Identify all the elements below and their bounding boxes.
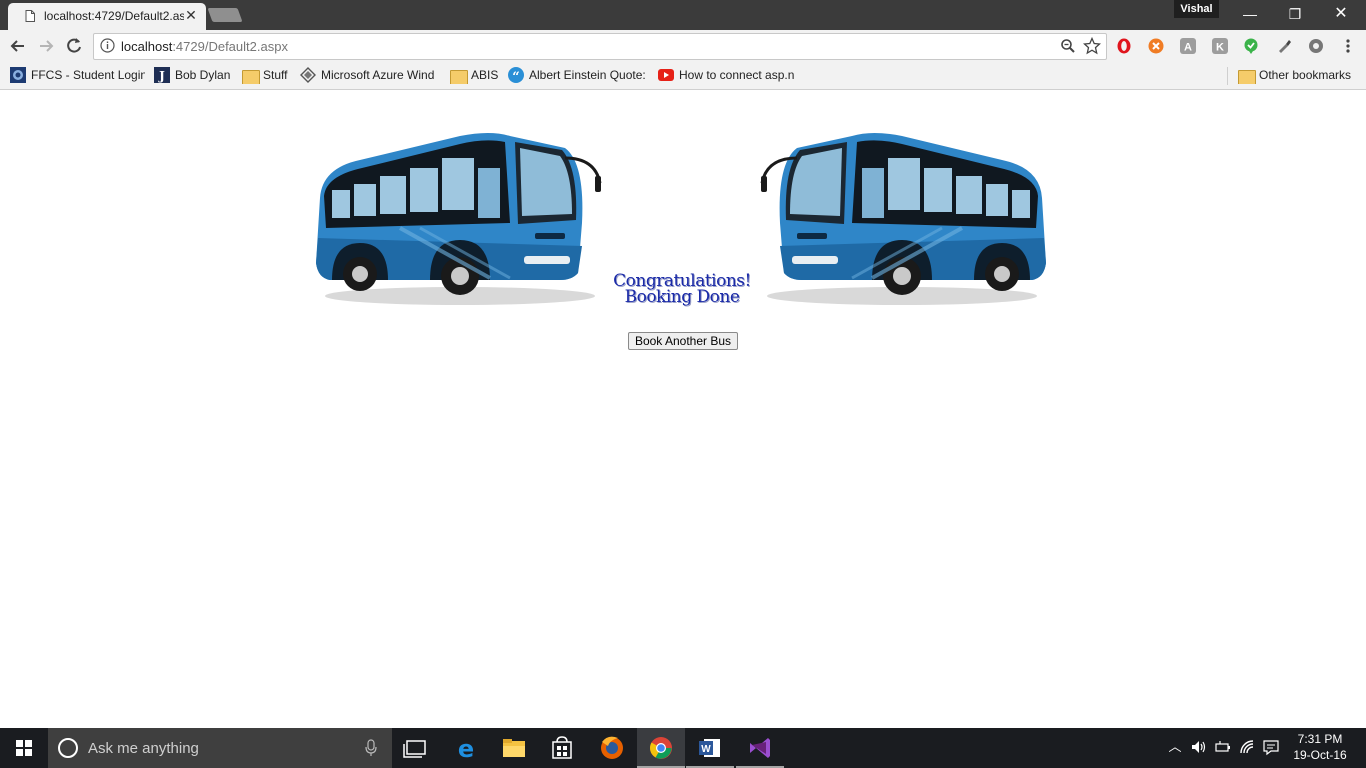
cortana-search-box[interactable]: Ask me anything	[48, 728, 392, 768]
svg-text:W: W	[701, 744, 711, 755]
browser-titlebar: localhost:4729/Default2.aspx ✕ Vishal — …	[0, 0, 1366, 30]
reload-icon[interactable]	[64, 36, 84, 56]
svg-text:“: “	[512, 70, 519, 83]
visual-studio-icon[interactable]	[736, 728, 784, 768]
clock-time: 7:31 PM	[1297, 732, 1343, 746]
svg-text:e: e	[458, 735, 474, 763]
bookmark-einstein-quotes[interactable]: “ Albert Einstein Quote:	[508, 67, 646, 84]
windows-taskbar: Ask me anything e W ︿ 7:31 PM 19-Oct-16	[0, 728, 1366, 768]
svg-text:J: J	[158, 69, 165, 83]
show-hidden-icons-chevron-up-icon[interactable]: ︿	[1166, 738, 1184, 756]
other-bookmarks[interactable]: Other bookmarks	[1238, 67, 1358, 84]
booking-confirmation-message: Congratulations! Booking Done	[604, 273, 760, 307]
taskbar-clock[interactable]: 7:31 PM 19-Oct-16	[1288, 731, 1352, 763]
k-extension-icon[interactable]: K	[1212, 38, 1228, 54]
chrome-taskbar-button[interactable]	[637, 728, 685, 768]
bookmark-label: ABIS	[471, 68, 498, 82]
evernote-extension-icon[interactable]	[1243, 38, 1259, 54]
close-window-button[interactable]: ✕	[1321, 3, 1361, 25]
quote-icon: “	[508, 67, 524, 83]
page-content: Congratulations! Booking Done Book Anoth…	[0, 90, 1366, 728]
folder-icon	[450, 70, 468, 84]
book-another-bus-button[interactable]: Book Another Bus	[628, 332, 738, 350]
bookmark-folder-stuff[interactable]: Stuff	[242, 67, 292, 84]
firefox-icon[interactable]	[588, 728, 636, 768]
opera-extension-icon[interactable]	[1116, 38, 1132, 54]
edge-icon[interactable]: e	[442, 728, 490, 768]
svg-text:A: A	[1184, 42, 1192, 54]
new-tab-button[interactable]	[207, 8, 243, 22]
bookmark-folder-abis[interactable]: ABIS	[450, 67, 498, 84]
url-text[interactable]: localhost:4729/Default2.aspx	[121, 39, 288, 54]
ffcs-logo-icon	[10, 67, 26, 83]
forward-icon[interactable]	[36, 36, 56, 56]
bookmark-label: Bob Dylan	[175, 68, 231, 82]
bookmark-bob-dylan[interactable]: J Bob Dylan	[154, 67, 234, 84]
restore-button[interactable]: ❐	[1275, 3, 1315, 25]
bookmark-youtube-asp[interactable]: How to connect asp.n	[658, 67, 796, 84]
menu-icon[interactable]	[1340, 38, 1356, 54]
bookmark-label: Stuff	[263, 68, 288, 82]
chrome-icon	[650, 737, 672, 759]
bob-dylan-j-icon: J	[154, 67, 170, 83]
bookmark-label: Microsoft Azure Wind	[321, 68, 435, 82]
info-icon[interactable]	[100, 38, 115, 53]
bus-image-right	[760, 133, 1046, 305]
svg-text:K: K	[1216, 42, 1224, 54]
search-placeholder: Ask me anything	[88, 740, 199, 757]
notifications-icon[interactable]	[1262, 738, 1280, 756]
bookmarks-separator	[1227, 67, 1228, 85]
address-bar[interactable]: localhost:4729/Default2.aspx	[93, 33, 1107, 60]
azure-icon	[300, 67, 316, 83]
bookmark-star-icon[interactable]	[1083, 37, 1101, 55]
file-explorer-icon[interactable]	[490, 728, 538, 768]
word-icon[interactable]: W	[686, 728, 734, 768]
wifi-icon[interactable]	[1238, 738, 1256, 756]
browser-toolbar: localhost:4729/Default2.aspx A K	[0, 30, 1366, 62]
message-line-2: Booking Done	[624, 287, 740, 307]
back-icon[interactable]	[8, 36, 28, 56]
bookmarks-bar: FFCS - Student Login J Bob Dylan Stuff M…	[0, 62, 1366, 90]
bookmark-label: Albert Einstein Quote:	[529, 68, 646, 82]
browser-tab[interactable]: localhost:4729/Default2.aspx ✕	[8, 3, 206, 30]
folder-icon	[1238, 70, 1256, 84]
bookmark-ffcs[interactable]: FFCS - Student Login	[10, 67, 145, 84]
cortana-icon	[58, 738, 78, 758]
profile-button[interactable]: Vishal	[1174, 0, 1219, 18]
other-bookmarks-label: Other bookmarks	[1259, 68, 1352, 82]
brush-extension-icon[interactable]	[1276, 38, 1292, 54]
bookmark-azure[interactable]: Microsoft Azure Wind	[300, 67, 438, 84]
tab-title: localhost:4729/Default2.aspx	[44, 9, 184, 23]
bookmark-label: FFCS - Student Login	[31, 68, 145, 82]
a-extension-icon[interactable]: A	[1180, 38, 1196, 54]
zoom-icon[interactable]	[1060, 38, 1076, 54]
bookmark-label: How to connect asp.n	[679, 68, 795, 82]
url-path: :4729/Default2.aspx	[172, 39, 288, 54]
youtube-icon	[658, 69, 674, 81]
url-host: localhost	[121, 39, 173, 54]
settings-extension-icon[interactable]	[1308, 38, 1324, 54]
folder-icon	[242, 70, 260, 84]
microphone-icon[interactable]	[364, 739, 378, 757]
store-icon[interactable]	[538, 728, 586, 768]
minimize-button[interactable]: —	[1230, 3, 1270, 25]
power-icon[interactable]	[1214, 738, 1232, 756]
bus-image-left	[316, 133, 602, 305]
task-view-icon[interactable]	[392, 728, 440, 768]
orange-extension-icon[interactable]	[1148, 38, 1164, 54]
tab-close-icon[interactable]: ✕	[184, 7, 198, 23]
volume-icon[interactable]	[1190, 738, 1208, 756]
document-icon	[25, 10, 35, 22]
windows-start-icon[interactable]	[0, 728, 48, 768]
clock-date: 19-Oct-16	[1293, 748, 1347, 762]
